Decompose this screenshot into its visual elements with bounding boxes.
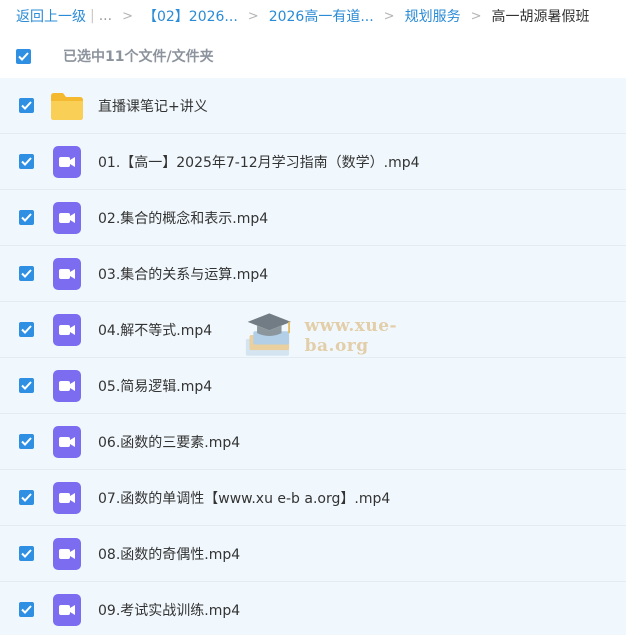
video-icon xyxy=(50,593,84,627)
row-checkbox[interactable] xyxy=(19,490,34,505)
chevron-right-icon: > xyxy=(383,8,395,24)
row-checkbox[interactable] xyxy=(19,434,34,449)
video-icon xyxy=(50,201,84,235)
video-icon xyxy=(50,425,84,459)
breadcrumb-item[interactable]: 规划服务 xyxy=(405,6,461,26)
file-name[interactable]: 03.集合的关系与运算.mp4 xyxy=(98,264,268,284)
row-checkbox[interactable] xyxy=(19,546,34,561)
file-name[interactable]: 05.简易逻辑.mp4 xyxy=(98,376,212,396)
file-row[interactable]: 直播课笔记+讲义 xyxy=(0,78,626,134)
file-name[interactable]: 09.考试实战训练.mp4 xyxy=(98,600,240,620)
folder-icon xyxy=(50,89,84,123)
file-row[interactable]: 04.解不等式.mp4 xyxy=(0,302,626,358)
video-icon xyxy=(50,145,84,179)
row-checkbox[interactable] xyxy=(19,266,34,281)
file-row[interactable]: 02.集合的概念和表示.mp4 xyxy=(0,190,626,246)
video-icon xyxy=(50,537,84,571)
file-row[interactable]: 05.简易逻辑.mp4 xyxy=(0,358,626,414)
video-icon xyxy=(50,369,84,403)
video-icon xyxy=(50,257,84,291)
video-icon xyxy=(50,313,84,347)
row-checkbox[interactable] xyxy=(19,378,34,393)
row-checkbox[interactable] xyxy=(19,210,34,225)
chevron-right-icon: > xyxy=(122,8,133,24)
row-checkbox[interactable] xyxy=(19,154,34,169)
file-row[interactable]: 03.集合的关系与运算.mp4 xyxy=(0,246,626,302)
file-row[interactable]: 07.函数的单调性【www.xu e-b a.org】.mp4 xyxy=(0,470,626,526)
select-all-checkbox[interactable] xyxy=(16,48,31,64)
file-row[interactable]: 06.函数的三要素.mp4 xyxy=(0,414,626,470)
chevron-right-icon: > xyxy=(470,8,482,24)
back-link[interactable]: 返回上一级 xyxy=(16,6,86,26)
file-name[interactable]: 直播课笔记+讲义 xyxy=(98,96,208,116)
breadcrumb-current: 高一胡源暑假班 xyxy=(491,9,590,25)
row-checkbox[interactable] xyxy=(19,602,34,617)
breadcrumb-ellipsis[interactable]: ... xyxy=(99,8,112,24)
selection-bar: 已选中11个文件/文件夹 xyxy=(0,34,626,78)
breadcrumb-item[interactable]: 【02】2026... xyxy=(143,6,238,26)
file-name[interactable]: 04.解不等式.mp4 xyxy=(98,320,212,340)
breadcrumb-divider: | xyxy=(90,8,95,24)
file-name[interactable]: 01.【高一】2025年7-12月学习指南（数学）.mp4 xyxy=(98,152,420,172)
file-row[interactable]: 08.函数的奇偶性.mp4 xyxy=(0,526,626,582)
row-checkbox[interactable] xyxy=(19,322,34,337)
file-name[interactable]: 02.集合的概念和表示.mp4 xyxy=(98,208,268,228)
file-row[interactable]: 01.【高一】2025年7-12月学习指南（数学）.mp4 xyxy=(0,134,626,190)
file-name[interactable]: 08.函数的奇偶性.mp4 xyxy=(98,544,240,564)
file-name[interactable]: 07.函数的单调性【www.xu e-b a.org】.mp4 xyxy=(98,488,390,508)
row-checkbox[interactable] xyxy=(19,98,34,113)
file-row[interactable]: 09.考试实战训练.mp4 xyxy=(0,582,626,635)
file-list: 直播课笔记+讲义 01.【高一】2025年7-12月学习指南（数学）.mp4 02.… xyxy=(0,78,626,635)
selection-count: 已选中11个文件/文件夹 xyxy=(63,49,214,65)
breadcrumb-item[interactable]: 2026高一有道... xyxy=(269,6,374,26)
file-name[interactable]: 06.函数的三要素.mp4 xyxy=(98,432,240,452)
chevron-right-icon: > xyxy=(247,8,259,24)
video-icon xyxy=(50,481,84,515)
breadcrumb: 返回上一级 | ... > 【02】2026... > 2026高一有道... … xyxy=(0,0,626,32)
